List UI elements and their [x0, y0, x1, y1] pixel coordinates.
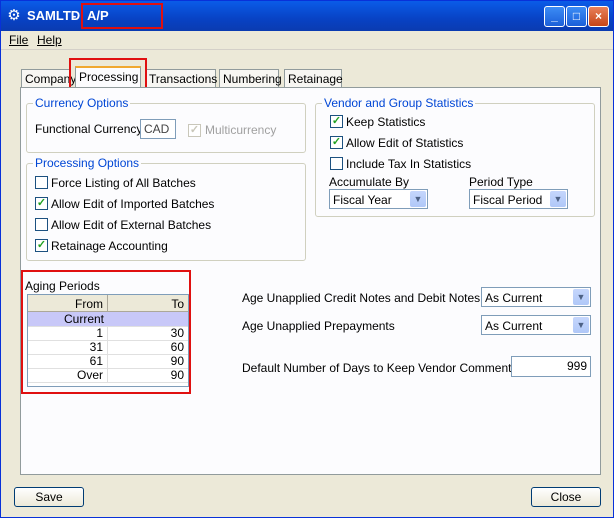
to-column-header[interactable]: To [108, 295, 188, 312]
period-type-value: Fiscal Period [473, 193, 543, 207]
from-column-header[interactable]: From [28, 295, 108, 312]
multicurrency-label: Multicurrency [205, 123, 277, 137]
currency-options-group: Currency Options Functional Currency CAD… [26, 96, 306, 153]
to-cell: 60 [170, 340, 184, 354]
table-row[interactable]: 61 90 [28, 354, 188, 369]
accumulate-by-label: Accumulate By [329, 175, 410, 189]
force-listing-label: Force Listing of All Batches [51, 176, 196, 190]
from-cell: 1 [28, 326, 108, 340]
table-row[interactable]: Current [28, 312, 188, 327]
close-window-button[interactable]: × [588, 6, 609, 27]
chevron-down-icon: ▼ [550, 191, 566, 207]
processing-options-group: Processing Options Force Listing of All … [26, 156, 306, 261]
keep-statistics-label: Keep Statistics [346, 115, 426, 129]
vendor-statistics-group: Vendor and Group Statistics ✓ Keep Stati… [315, 96, 595, 217]
age-prepayments-select[interactable]: As Current ▼ [481, 315, 591, 335]
age-credit-notes-label: Age Unapplied Credit Notes and Debit Not… [242, 291, 481, 305]
menu-file[interactable]: File [9, 33, 28, 47]
include-tax-checkbox[interactable] [330, 157, 343, 170]
aging-periods-grid[interactable]: From To Current 1 30 31 60 61 90 Over 90 [27, 294, 189, 387]
maximize-button[interactable]: □ [566, 6, 587, 27]
period-type-label: Period Type [469, 175, 533, 189]
table-row[interactable]: Over 90 [28, 368, 188, 383]
include-tax-label: Include Tax In Statistics [346, 157, 472, 171]
edit-statistics-label: Allow Edit of Statistics [346, 136, 464, 150]
functional-currency-field[interactable]: CAD [140, 119, 176, 139]
aging-periods-title: Aging Periods [25, 279, 100, 293]
to-cell: 90 [170, 368, 184, 382]
table-row[interactable]: 1 30 [28, 326, 188, 341]
from-cell: 61 [28, 354, 108, 368]
retainage-accounting-checkbox[interactable]: ✓ [35, 239, 48, 252]
tab-transactions[interactable]: Transactions [145, 69, 217, 87]
multicurrency-checkbox[interactable]: ✓ [188, 124, 201, 137]
aging-periods-section: Aging Periods From To Current 1 30 31 60… [21, 270, 191, 394]
close-button[interactable]: Close [531, 487, 601, 507]
tab-retainage[interactable]: Retainage [284, 69, 343, 87]
processing-options-title: Processing Options [33, 156, 142, 170]
edit-imported-label: Allow Edit of Imported Batches [51, 197, 215, 211]
minimize-button[interactable]: _ [544, 6, 565, 27]
gear-icon: ⚙ [7, 7, 21, 24]
title-bar[interactable]: ⚙ SAMLTD - A/P Options _ □ × [1, 1, 613, 45]
currency-options-title: Currency Options [33, 96, 131, 110]
comment-days-field[interactable]: 999 [511, 356, 591, 377]
from-cell: Over [28, 368, 108, 382]
options-window: ⚙ SAMLTD - A/P Options _ □ × File Help C… [0, 0, 614, 518]
chevron-down-icon: ▼ [573, 317, 589, 333]
age-prepayments-label: Age Unapplied Prepayments [242, 319, 395, 333]
keep-statistics-checkbox[interactable]: ✓ [330, 115, 343, 128]
to-cell: 90 [170, 354, 184, 368]
accumulate-by-select[interactable]: Fiscal Year ▼ [329, 189, 428, 209]
table-row[interactable]: 31 60 [28, 340, 188, 355]
edit-statistics-checkbox[interactable]: ✓ [330, 136, 343, 149]
force-listing-checkbox[interactable] [35, 176, 48, 189]
age-credit-notes-value: As Current [485, 291, 543, 305]
title-separator: - [72, 8, 77, 23]
to-cell: 30 [170, 326, 184, 340]
comment-days-label: Default Number of Days to Keep Vendor Co… [242, 361, 518, 375]
save-button[interactable]: Save [14, 487, 84, 507]
tab-company[interactable]: Company [21, 69, 76, 87]
functional-currency-label: Functional Currency [35, 122, 143, 136]
from-cell: Current [63, 312, 104, 326]
vendor-statistics-title: Vendor and Group Statistics [322, 96, 476, 110]
age-credit-notes-select[interactable]: As Current ▼ [481, 287, 591, 307]
period-type-select[interactable]: Fiscal Period ▼ [469, 189, 568, 209]
retainage-accounting-label: Retainage Accounting [51, 239, 168, 253]
edit-external-label: Allow Edit of External Batches [51, 218, 212, 232]
chevron-down-icon: ▼ [573, 289, 589, 305]
window-title: A/P Options [81, 3, 163, 45]
chevron-down-icon: ▼ [410, 191, 426, 207]
tab-numbering[interactable]: Numbering [219, 69, 282, 87]
edit-external-checkbox[interactable] [35, 218, 48, 231]
from-cell: 31 [28, 340, 108, 354]
menu-bar: File Help [1, 31, 613, 50]
accumulate-by-value: Fiscal Year [333, 193, 392, 207]
to-cell [108, 312, 188, 326]
age-prepayments-value: As Current [485, 319, 543, 333]
menu-help[interactable]: Help [37, 33, 62, 47]
edit-imported-checkbox[interactable]: ✓ [35, 197, 48, 210]
